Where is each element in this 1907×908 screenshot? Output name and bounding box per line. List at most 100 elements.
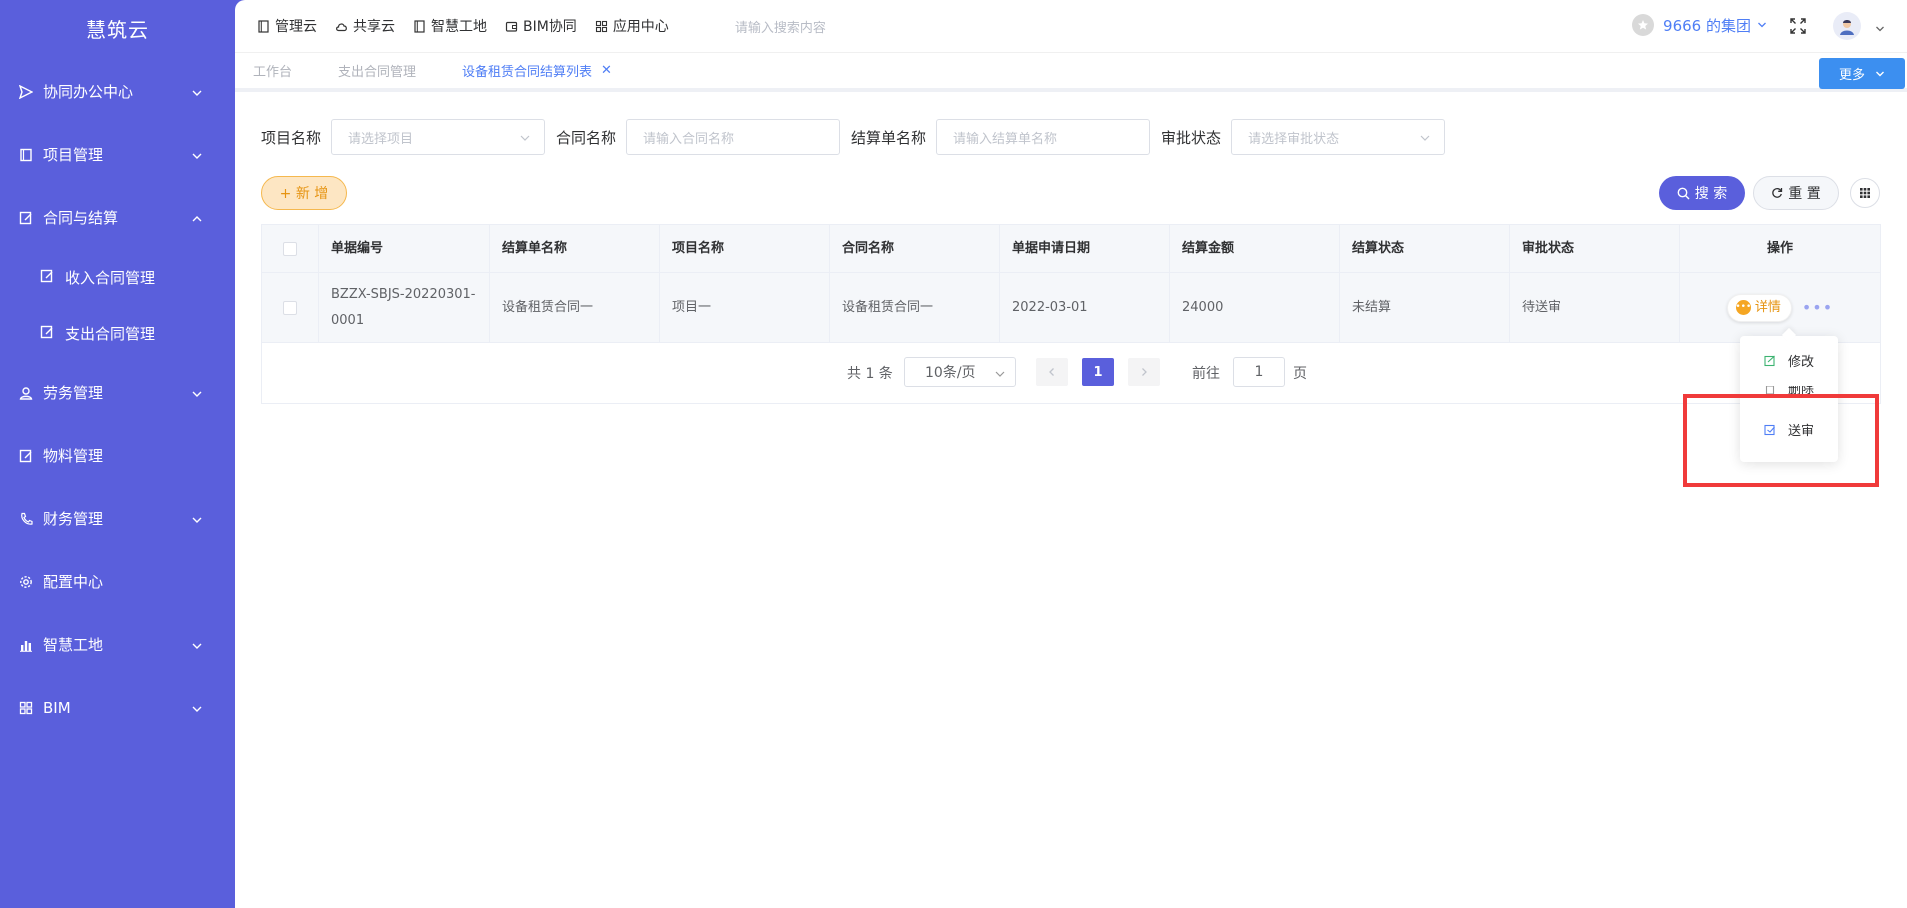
chevron-down-icon xyxy=(191,701,202,712)
refresh-icon xyxy=(1772,187,1783,198)
sidebar-item-label: 协同办公中心 xyxy=(43,83,134,101)
group-switcher[interactable]: 9666 的集团 xyxy=(1632,14,1767,36)
delete-label: 删除 xyxy=(1788,386,1815,396)
contract-name-input[interactable]: 请输入合同名称 xyxy=(626,119,841,155)
chevron-down-icon xyxy=(995,371,1005,377)
column-settings-button[interactable] xyxy=(1850,178,1880,208)
column-header: 审批状态 xyxy=(1510,225,1680,272)
table-header: 单据编号 结算单名称 项目名称 合同名称 单据申请日期 结算金额 结算状态 审批… xyxy=(262,225,1880,273)
edit-icon xyxy=(18,448,34,464)
sidebar-item-contract-settlement[interactable]: 合同与结算 xyxy=(0,186,235,249)
topnav-app-center[interactable]: 应用中心 xyxy=(595,16,669,36)
search-label: 搜 索 xyxy=(1694,186,1728,202)
global-search-input[interactable]: 请输入搜索内容 xyxy=(735,17,826,36)
sidebar-subitem-expense-contract[interactable]: 支出合同管理 xyxy=(0,305,235,361)
edit-menu-item[interactable]: 修改 xyxy=(1764,351,1814,370)
cloud-icon xyxy=(335,20,348,33)
settlement-name-input[interactable]: 请输入结算单名称 xyxy=(936,119,1151,155)
gear-icon xyxy=(18,574,34,590)
topnav-label: 应用中心 xyxy=(612,19,669,35)
reset-button[interactable]: 重 置 xyxy=(1753,176,1839,210)
sidebar-subitem-income-contract[interactable]: 收入合同管理 xyxy=(0,249,235,305)
sidebar-subitem-label: 支出合同管理 xyxy=(65,324,156,343)
topnav-management-cloud[interactable]: 管理云 xyxy=(257,16,317,36)
select-placeholder: 请选择项目 xyxy=(348,131,414,147)
user-avatar[interactable] xyxy=(1833,12,1861,40)
worker-icon xyxy=(18,385,34,401)
fullscreen-icon[interactable] xyxy=(1789,17,1807,35)
code-line: BZZX-SBJS-20220301- xyxy=(331,286,476,302)
project-select[interactable]: 请选择项目 xyxy=(331,119,546,155)
page-number-button[interactable]: 1 xyxy=(1082,358,1114,386)
brand-logo: 慧筑云 xyxy=(86,18,149,42)
trash-icon xyxy=(1764,386,1776,395)
more-button[interactable]: 更多 xyxy=(1819,58,1905,89)
tab-label: 设备租赁合同结算列表 xyxy=(462,65,593,80)
next-page-button[interactable] xyxy=(1128,358,1160,386)
tabs-bar: 工作台 支出合同管理 设备租赁合同结算列表 ✕ 更多 xyxy=(235,52,1907,92)
tab-equipment-lease-settlement[interactable]: 设备租赁合同结算列表 ✕ xyxy=(462,61,612,80)
sidebar-item-label: 劳务管理 xyxy=(43,384,104,402)
topnav-label: 共享云 xyxy=(353,19,395,35)
tab-label: 支出合同管理 xyxy=(338,65,417,80)
more-dots-icon: ••• xyxy=(1735,300,1751,315)
cell-approve-status: 待送审 xyxy=(1510,273,1680,342)
sidebar-item-smart-site[interactable]: 智慧工地 xyxy=(0,613,235,676)
send-icon xyxy=(18,84,34,100)
edit-icon xyxy=(40,325,56,341)
sidebar-item-bim[interactable]: BIM xyxy=(0,676,235,739)
delete-menu-item[interactable]: 删除 xyxy=(1764,386,1814,396)
sidebar-item-label: 物料管理 xyxy=(43,447,104,465)
topnav-share-cloud[interactable]: 共享云 xyxy=(335,16,395,36)
approval-status-select[interactable]: 请选择审批状态 xyxy=(1231,119,1446,155)
sidebar-item-labor[interactable]: 劳务管理 xyxy=(0,361,235,424)
select-placeholder: 请选择审批状态 xyxy=(1248,131,1340,147)
chevron-right-icon xyxy=(1142,368,1147,376)
add-button[interactable]: + 新 增 xyxy=(261,176,347,210)
goto-label: 前往 xyxy=(1192,366,1220,382)
sidebar-item-collab-office[interactable]: 协同办公中心 xyxy=(0,60,235,123)
topnav-bim-collab[interactable]: BIM协同 xyxy=(505,16,577,36)
actions-dropdown: 修改 删除 送审 xyxy=(1740,336,1838,462)
chevron-down-icon xyxy=(191,85,202,96)
cell-settlement-name: 设备租赁合同一 xyxy=(490,273,660,342)
cell-project-name: 项目一 xyxy=(660,273,830,342)
sidebar-item-project[interactable]: 项目管理 xyxy=(0,123,235,186)
sidebar-item-finance[interactable]: 财务管理 xyxy=(0,487,235,550)
input-placeholder: 请输入结算单名称 xyxy=(953,131,1058,147)
book-icon xyxy=(257,19,270,33)
cell-apply-date: 2022-03-01 xyxy=(1000,273,1170,342)
detail-button[interactable]: ••• 详情 xyxy=(1726,293,1792,322)
send-review-icon xyxy=(1764,424,1776,436)
sidebar-item-label: 配置中心 xyxy=(43,573,104,591)
input-placeholder: 请输入合同名称 xyxy=(643,131,735,147)
goto-page-input[interactable]: 1 xyxy=(1233,357,1285,387)
page-size-select[interactable]: 10条/页 xyxy=(904,357,1016,387)
more-actions-icon[interactable]: ••• xyxy=(1802,295,1833,321)
header-checkbox-cell xyxy=(262,225,319,272)
tab-expense-contract[interactable]: 支出合同管理 xyxy=(338,61,416,80)
sidebar-item-config[interactable]: 配置中心 xyxy=(0,550,235,613)
wallet-icon xyxy=(505,20,518,33)
prev-page-button[interactable] xyxy=(1036,358,1068,386)
send-review-label: 送审 xyxy=(1788,424,1815,439)
edit-icon xyxy=(40,269,56,285)
tab-workbench[interactable]: 工作台 xyxy=(253,61,292,80)
more-label: 更多 xyxy=(1838,68,1865,83)
chevron-down-icon xyxy=(1758,22,1766,28)
column-header: 结算状态 xyxy=(1340,225,1510,272)
topnav-label: BIM协同 xyxy=(523,19,577,35)
bar-chart-icon xyxy=(18,637,34,653)
row-checkbox[interactable] xyxy=(283,300,297,315)
sidebar-item-material[interactable]: 物料管理 xyxy=(0,424,235,487)
topnav-smart-site[interactable]: 智慧工地 xyxy=(413,16,487,36)
chevron-down-icon xyxy=(1876,71,1884,76)
send-review-menu-item[interactable]: 送审 xyxy=(1764,420,1814,439)
select-all-checkbox[interactable] xyxy=(283,241,297,256)
table-row: BZZX-SBJS-20220301- 0001 设备租赁合同一 项目一 设备租赁… xyxy=(262,273,1880,343)
search-button[interactable]: 搜 索 xyxy=(1659,176,1745,210)
cell-code: BZZX-SBJS-20220301- 0001 xyxy=(319,273,490,342)
close-icon[interactable]: ✕ xyxy=(601,63,612,78)
chevron-down-icon[interactable] xyxy=(1875,22,1885,32)
column-header: 结算金额 xyxy=(1170,225,1340,272)
